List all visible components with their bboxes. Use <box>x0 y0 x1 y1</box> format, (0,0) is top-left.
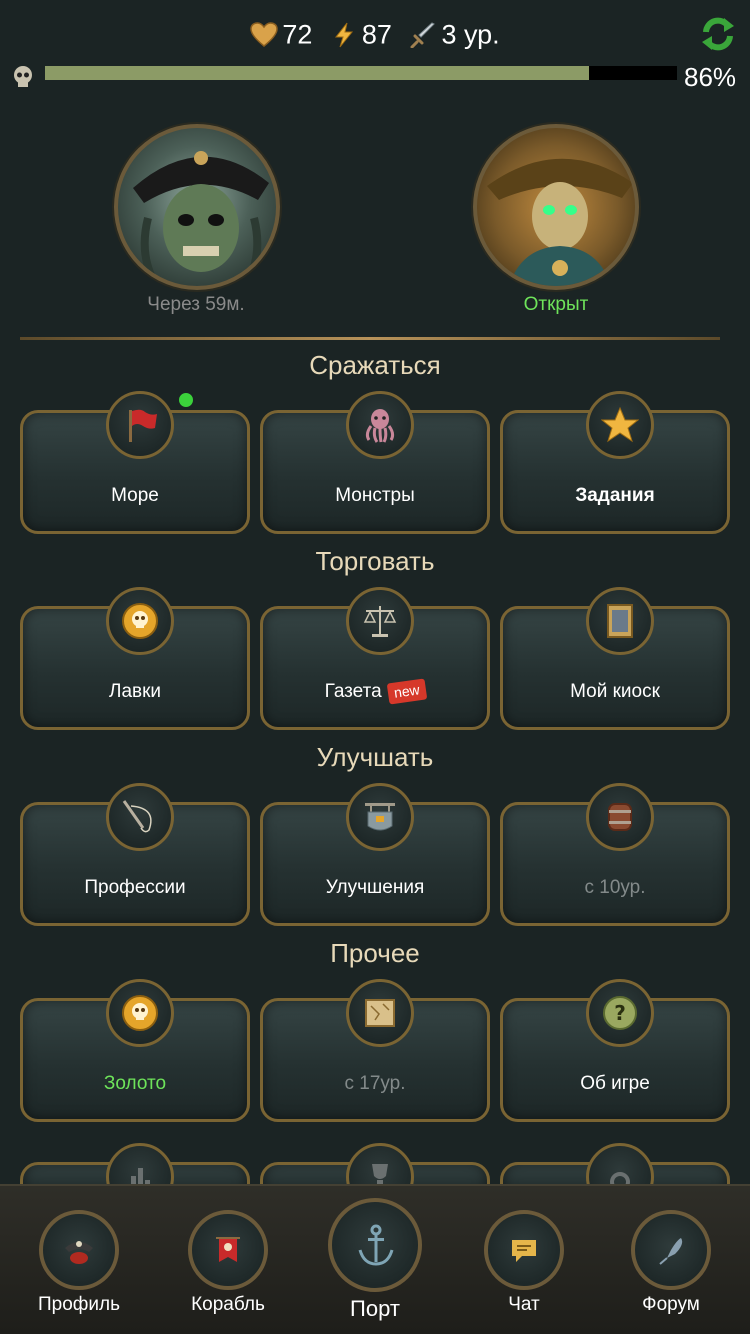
locked-level10-label: с 10ур. <box>584 877 646 898</box>
nav-port[interactable] <box>328 1198 422 1292</box>
question-icon: ? <box>603 996 637 1030</box>
sea-button[interactable]: Море <box>20 391 250 534</box>
about-game-label: Об игре <box>580 1073 650 1094</box>
heart-icon <box>250 22 279 47</box>
shop-sign-icon <box>365 803 395 831</box>
newspaper-label: Газета <box>324 681 382 702</box>
monsters-button[interactable]: Монстры <box>260 391 490 534</box>
upgrades-badge <box>346 783 414 851</box>
nav-profile-circle <box>39 1210 119 1290</box>
nav-forum-circle <box>631 1210 711 1290</box>
monsters-badge <box>346 391 414 459</box>
my-kiosk-button[interactable]: Мой киоск <box>500 587 730 730</box>
level-value: 3 ур. <box>441 19 500 50</box>
professions-label: Профессии <box>84 877 186 898</box>
notification-dot <box>177 391 195 409</box>
quests-label: Задания <box>575 485 655 506</box>
scales-icon <box>363 606 397 637</box>
newspaper-label-row: Газета new <box>263 678 487 706</box>
about-badge: ? <box>586 979 654 1047</box>
hearts-value: 72 <box>282 19 313 50</box>
locked-level17-label: с 17ур. <box>344 1073 406 1094</box>
skeleton-captain-image <box>487 158 633 286</box>
my-kiosk-label: Мой киоск <box>570 681 660 702</box>
professions-badge <box>106 783 174 851</box>
shops-button[interactable]: Лавки <box>20 587 250 730</box>
section-title-trade: Торговать <box>315 546 435 576</box>
quests-button[interactable]: Задания <box>500 391 730 534</box>
bottom-navigation: Профиль Корабль Порт Чат Форум <box>0 1184 750 1334</box>
refresh-icon[interactable] <box>698 14 738 54</box>
section-title-improve: Улучшать <box>316 742 434 772</box>
sword-icon <box>410 22 436 48</box>
chat-bubble-icon <box>512 1240 536 1262</box>
boss-portrait-zombie-pirate[interactable] <box>114 124 280 290</box>
shops-badge <box>106 587 174 655</box>
map-icon <box>365 999 395 1027</box>
shops-label: Лавки <box>108 681 162 702</box>
experience-percent: 86% <box>684 62 737 92</box>
boss-timer: Через 59м. <box>147 294 245 315</box>
experience-progress-bar <box>45 66 677 80</box>
star-icon <box>601 406 639 443</box>
boss-status-open: Открыт <box>523 294 589 315</box>
upgrades-button[interactable]: Улучшения <box>260 783 490 926</box>
locked-level10-button[interactable]: с 10ур. <box>500 783 730 926</box>
newspaper-badge <box>346 587 414 655</box>
barrel-badge <box>586 783 654 851</box>
locked-level17-button[interactable]: с 17ур. <box>260 979 490 1122</box>
barrel-icon <box>608 803 632 831</box>
gold-skull-coin-icon <box>122 995 158 1031</box>
nav-chat-circle <box>484 1210 564 1290</box>
fishing-rod-icon <box>122 800 152 833</box>
newspaper-button[interactable]: Газета new <box>260 587 490 730</box>
nav-chat-label: Чат <box>508 1294 540 1315</box>
banner-icon <box>216 1237 240 1262</box>
nav-ship-label: Корабль <box>191 1294 265 1315</box>
upgrades-label: Улучшения <box>325 877 425 898</box>
section-title-fight: Сражаться <box>309 350 441 380</box>
experience-progress-fill <box>45 66 589 80</box>
nav-profile-label: Профиль <box>37 1294 121 1315</box>
sea-badge <box>106 391 174 459</box>
nav-profile[interactable]: Профиль <box>19 1210 139 1316</box>
section-title-other: Прочее <box>330 938 420 968</box>
gold-label: Золото <box>103 1073 167 1094</box>
player-stats: 72 87 3 ур. <box>0 18 750 50</box>
map-badge <box>346 979 414 1047</box>
red-flag-icon <box>129 409 157 442</box>
anchor-icon <box>358 1224 394 1266</box>
zombie-pirate-image <box>133 151 269 286</box>
about-game-button[interactable]: ? Об игре <box>500 979 730 1122</box>
gold-badge <box>106 979 174 1047</box>
nav-chat[interactable]: Чат <box>464 1210 584 1316</box>
nav-port-label: Порт <box>350 1296 400 1321</box>
nav-ship-circle <box>188 1210 268 1290</box>
skull-icon <box>14 66 32 87</box>
octopus-icon <box>365 409 395 443</box>
my-kiosk-badge <box>586 587 654 655</box>
pirate-hat-icon <box>65 1241 93 1264</box>
professions-button[interactable]: Профессии <box>20 783 250 926</box>
gold-skull-coin-icon <box>122 603 158 639</box>
divider <box>20 337 720 340</box>
nav-ship[interactable]: Корабль <box>168 1210 288 1316</box>
svg-text:?: ? <box>614 1001 626 1025</box>
nav-forum[interactable]: Форум <box>611 1210 731 1316</box>
picture-frame-icon <box>607 604 633 638</box>
energy-value: 87 <box>361 19 392 50</box>
quests-badge <box>586 391 654 459</box>
monsters-label: Монстры <box>335 485 415 506</box>
top-status-bar: 72 87 3 ур. 86% <box>0 0 750 100</box>
boss-portrait-skeleton-captain[interactable] <box>473 124 639 290</box>
new-badge: new <box>386 678 427 706</box>
sea-label: Море <box>111 485 159 506</box>
gold-button[interactable]: Золото <box>20 979 250 1122</box>
lightning-icon <box>334 22 353 48</box>
quill-pen-icon <box>659 1238 683 1265</box>
nav-forum-label: Форум <box>642 1294 700 1315</box>
